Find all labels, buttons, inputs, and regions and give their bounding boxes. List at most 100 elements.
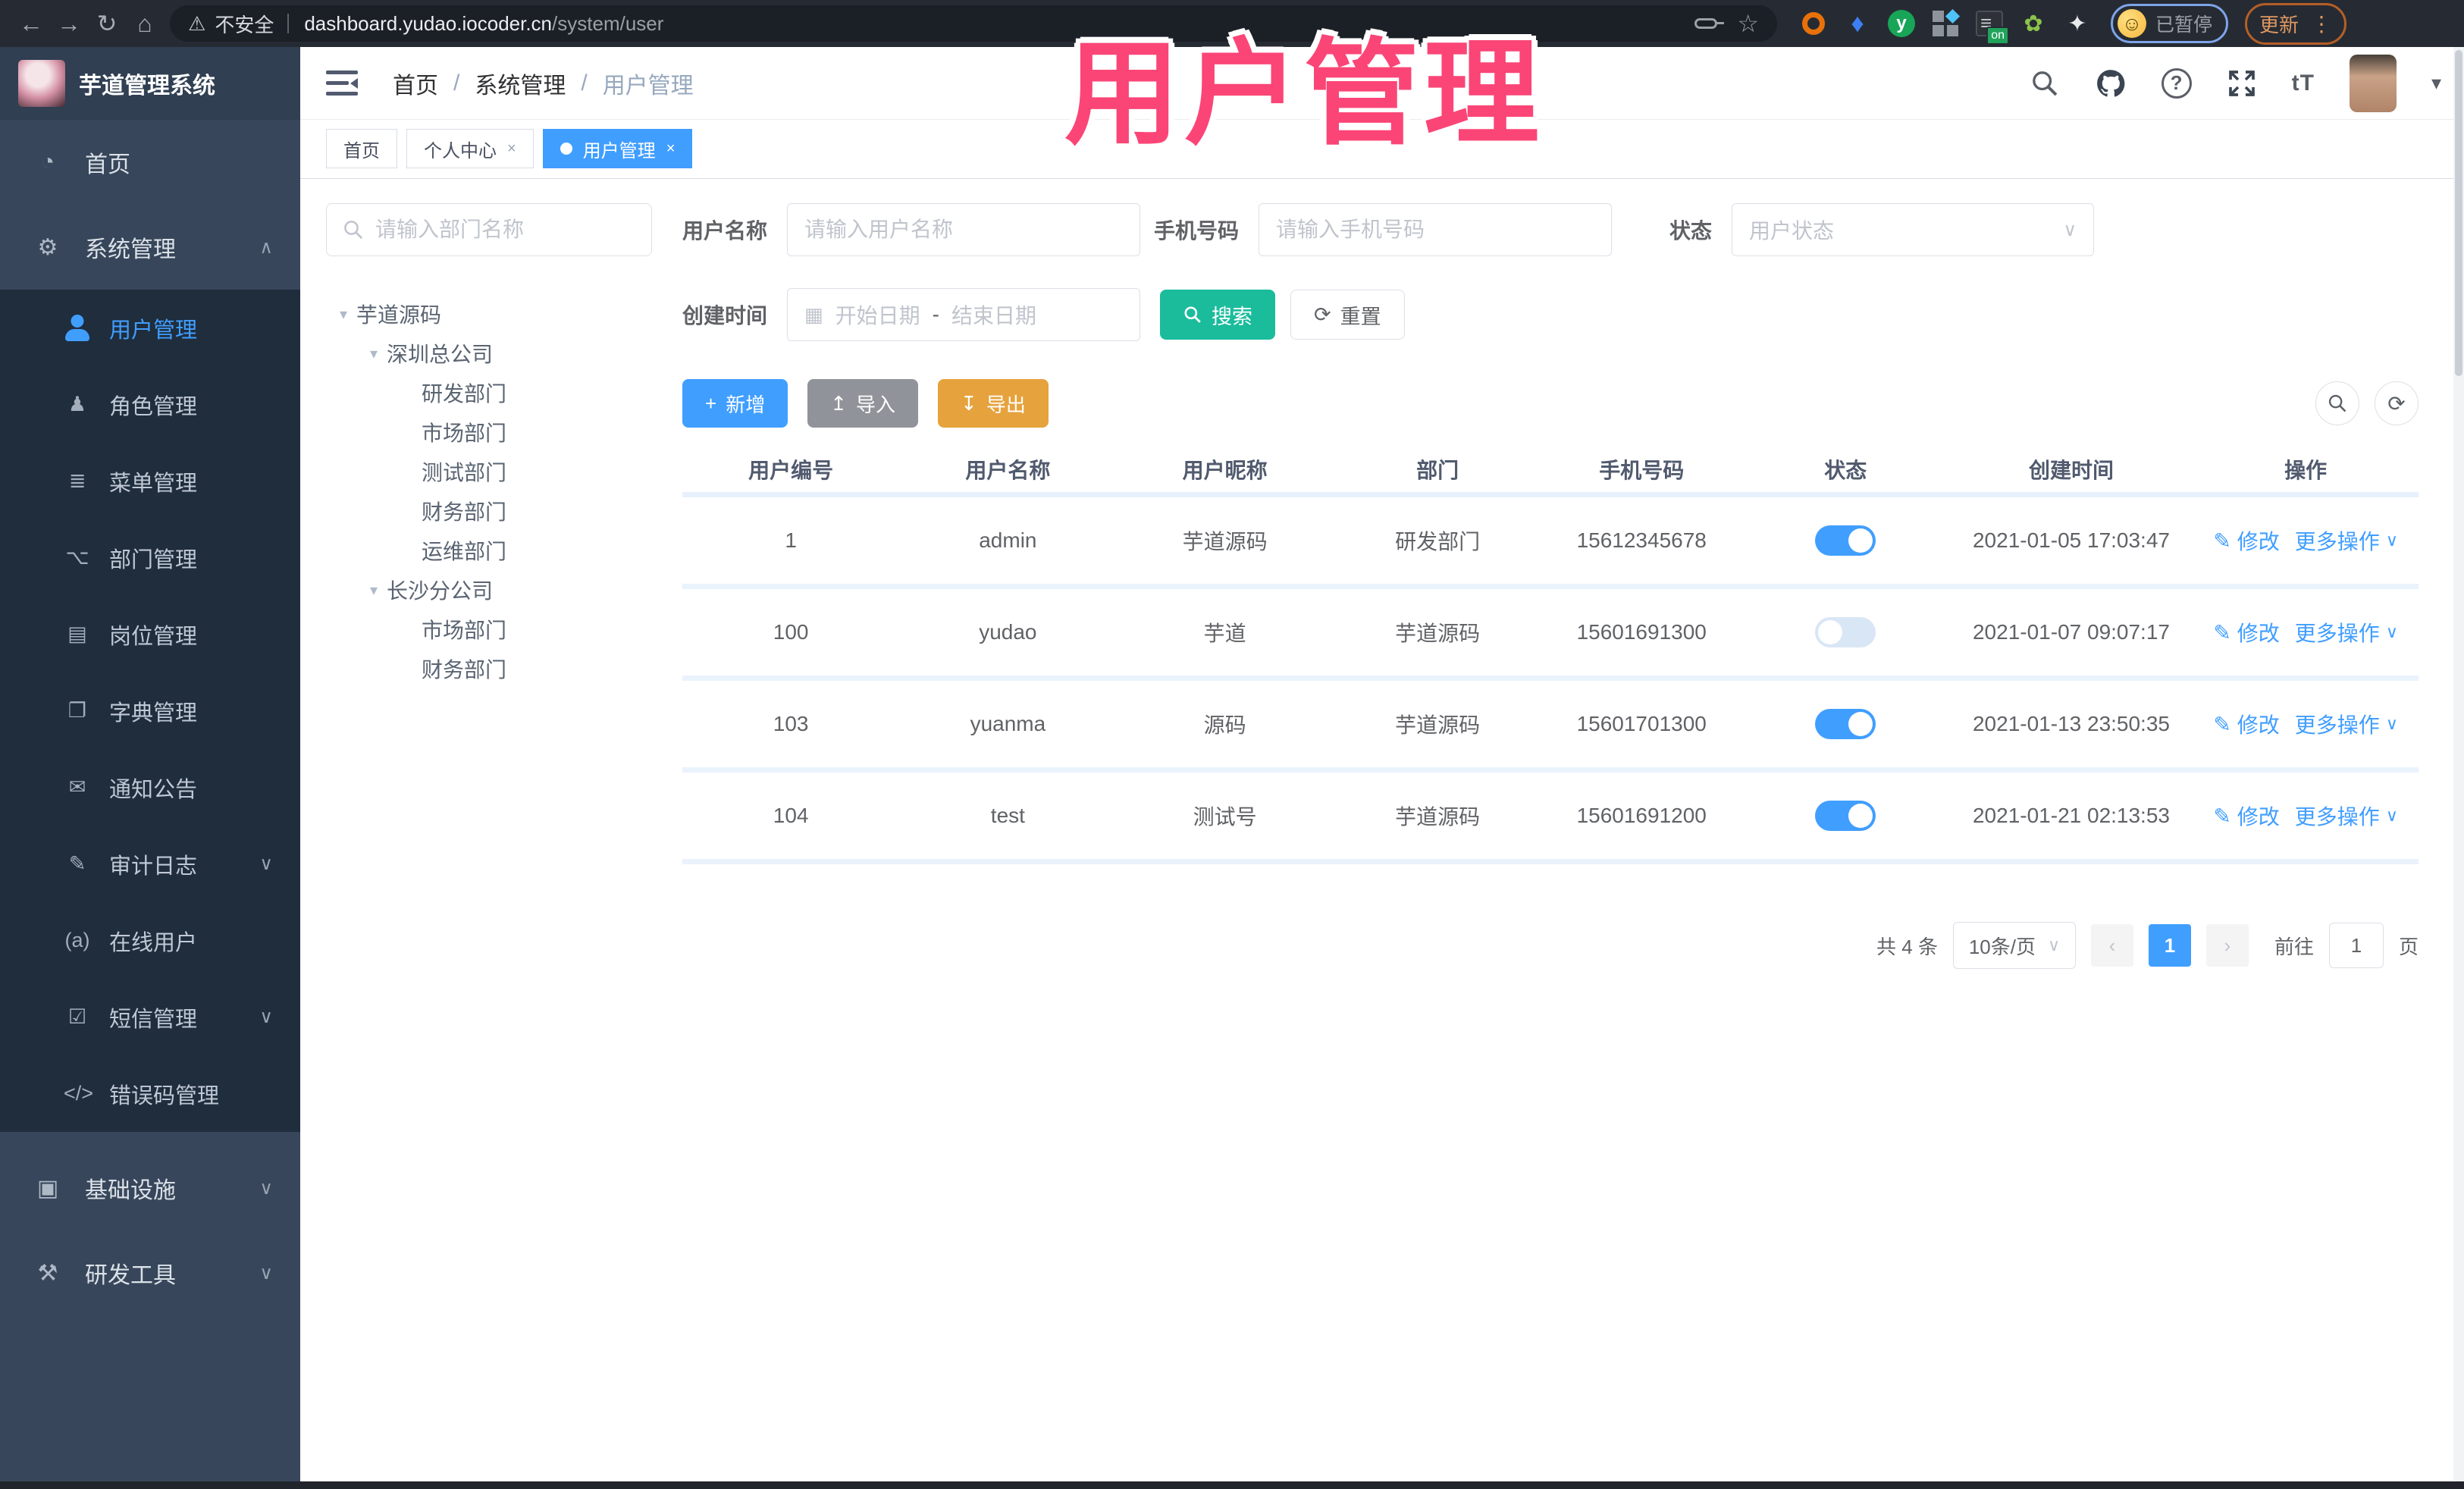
extension-leaf-icon[interactable]: ✿ <box>2020 10 2047 37</box>
next-page-button[interactable]: › <box>2205 924 2249 967</box>
page-size-select[interactable]: 10条/页 ∨ <box>1952 922 2076 969</box>
mobile-input[interactable] <box>1276 218 1595 242</box>
sidebar-item-audit-log[interactable]: ✎ 审计日志 ∨ <box>0 826 300 902</box>
edit-link[interactable]: ✎ 修改 <box>2213 617 2279 647</box>
more-actions-link[interactable]: 更多操作 ∨ <box>2295 525 2398 556</box>
sidebar-item-label: 短信管理 <box>109 1007 198 1032</box>
close-icon[interactable]: × <box>666 140 676 158</box>
goto-page-input[interactable] <box>2328 923 2384 968</box>
tree-node[interactable]: 市场部门 <box>326 610 652 649</box>
scrollbar-thumb[interactable] <box>2455 50 2462 376</box>
bookmark-star-icon[interactable]: ☆ <box>1737 9 1759 38</box>
status-toggle[interactable] <box>1815 801 1876 831</box>
sidebar-item-infrastructure[interactable]: ▣ 基础设施 ∨ <box>0 1146 300 1230</box>
sidebar-item-error-codes[interactable]: </> 错误码管理 <box>0 1055 300 1132</box>
plus-icon: + <box>705 391 717 415</box>
edit-link[interactable]: ✎ 修改 <box>2213 801 2279 831</box>
more-actions-link[interactable]: 更多操作 ∨ <box>2295 801 2398 831</box>
font-size-icon[interactable]: tT <box>2292 71 2315 96</box>
sidebar-item-sms[interactable]: ☑ 短信管理 ∨ <box>0 979 300 1055</box>
sidebar-item-users[interactable]: 用户管理 <box>0 290 300 366</box>
sidebar-item-posts[interactable]: ▤ 岗位管理 <box>0 596 300 672</box>
tree-node[interactable]: ▾ 长沙分公司 <box>326 570 652 610</box>
back-icon[interactable]: ← <box>12 5 50 42</box>
tree-node-root[interactable]: ▾ 芋道源码 <box>326 294 652 334</box>
status-select[interactable]: 用户状态 ∨ <box>1732 203 2095 256</box>
github-icon[interactable] <box>2095 67 2127 99</box>
collapse-sidebar-icon[interactable] <box>326 70 358 96</box>
tree-node[interactable]: 财务部门 <box>326 491 652 531</box>
column-header: 操作 <box>2284 458 2328 482</box>
sidebar-item-dictionary[interactable]: ❐ 字典管理 <box>0 672 300 749</box>
sidebar-item-online-users[interactable]: (a) 在线用户 <box>0 902 300 979</box>
tab-user-management[interactable]: 用户管理 × <box>542 129 693 168</box>
extensions-puzzle-icon[interactable]: ✦ <box>2064 10 2091 37</box>
help-icon[interactable]: ? <box>2161 67 2192 99</box>
tree-node[interactable]: 市场部门 <box>326 412 652 452</box>
status-toggle[interactable] <box>1815 525 1876 556</box>
browser-profile-chip[interactable]: ☺ 已暂停 <box>2111 4 2229 43</box>
user-avatar[interactable] <box>2349 54 2397 112</box>
refresh-table-button[interactable]: ⟳ <box>2375 381 2419 425</box>
home-icon[interactable]: ⌂ <box>126 5 164 42</box>
fullscreen-icon[interactable] <box>2227 68 2257 99</box>
search-button[interactable]: 搜索 <box>1160 290 1276 340</box>
reset-button[interactable]: ⟳ 重置 <box>1290 290 1405 340</box>
current-page-button[interactable]: 1 <box>2148 924 2191 967</box>
caret-icon[interactable]: ▾ <box>370 581 378 600</box>
tree-node[interactable]: 运维部门 <box>326 531 652 570</box>
more-actions-link[interactable]: 更多操作 ∨ <box>2295 617 2398 647</box>
department-search-input[interactable] <box>375 218 636 242</box>
sidebar-item-notices[interactable]: ✉ 通知公告 <box>0 749 300 826</box>
tree-node[interactable]: 财务部门 <box>326 649 652 688</box>
dashboard-icon: ◔ <box>40 149 55 174</box>
edit-link[interactable]: ✎ 修改 <box>2213 525 2279 556</box>
extension-gem-icon[interactable]: ♦ <box>1844 9 1871 38</box>
add-button[interactable]: + 新增 <box>682 379 788 428</box>
caret-icon[interactable]: ▾ <box>370 344 378 363</box>
security-label[interactable]: 不安全 <box>215 10 274 38</box>
sidebar-item-menus[interactable]: ≣ 菜单管理 <box>0 443 300 519</box>
toggle-search-button[interactable] <box>2315 381 2359 425</box>
department-search[interactable] <box>326 203 652 256</box>
page-scrollbar[interactable] <box>2453 47 2464 1481</box>
status-toggle[interactable] <box>1815 617 1876 647</box>
close-icon[interactable]: × <box>507 140 516 158</box>
reload-icon[interactable]: ↻ <box>88 5 126 42</box>
avatar-caret-icon[interactable]: ▾ <box>2431 71 2441 95</box>
date-range-picker[interactable]: ▦ 开始日期 - 结束日期 <box>787 288 1141 341</box>
export-button[interactable]: ↧ 导出 <box>938 379 1049 428</box>
mobile-field[interactable] <box>1259 203 1613 256</box>
tab-profile[interactable]: 个人中心 × <box>406 129 534 168</box>
browser-update-button[interactable]: 更新 ⋮ <box>2245 2 2347 45</box>
username-input[interactable] <box>804 218 1124 242</box>
more-actions-link[interactable]: 更多操作 ∨ <box>2295 709 2398 739</box>
breadcrumb-home[interactable]: 首页 <box>393 67 438 100</box>
tab-home[interactable]: 首页 <box>326 129 397 168</box>
sidebar-item-system[interactable]: ⚙ 系统管理 ∧ <box>0 205 300 290</box>
tree-node[interactable]: 研发部门 <box>326 373 652 412</box>
browser-menu-icon[interactable]: ⋮ <box>2311 11 2332 36</box>
extension-ring-icon[interactable] <box>1800 10 1827 37</box>
caret-icon[interactable]: ▾ <box>340 305 347 324</box>
tree-node[interactable]: 测试部门 <box>326 452 652 491</box>
sidebar: 芋道管理系统 ◔ 首页 ⚙ 系统管理 ∧ 用户管理 ♟ 角色管理 ≣ 菜单管理 … <box>0 47 300 1481</box>
extension-green-icon[interactable]: y <box>1888 10 1915 37</box>
extension-switch-icon[interactable]: on <box>1976 10 2009 45</box>
sidebar-item-departments[interactable]: ⌥ 部门管理 <box>0 519 300 596</box>
import-button[interactable]: ↥ 导入 <box>807 379 919 428</box>
search-icon[interactable] <box>2030 68 2060 99</box>
breadcrumb-system[interactable]: 系统管理 <box>475 67 566 100</box>
extension-grid-icon[interactable] <box>1932 8 1961 37</box>
password-key-icon[interactable] <box>1694 18 1725 29</box>
prev-page-button[interactable]: ‹ <box>2090 924 2133 967</box>
username-field[interactable] <box>787 203 1141 256</box>
status-toggle[interactable] <box>1815 709 1876 739</box>
tree-node[interactable]: ▾ 深圳总公司 <box>326 334 652 373</box>
sidebar-item-roles[interactable]: ♟ 角色管理 <box>0 366 300 443</box>
sidebar-item-home[interactable]: ◔ 首页 <box>0 120 300 205</box>
edit-link[interactable]: ✎ 修改 <box>2213 709 2279 739</box>
forward-icon[interactable]: → <box>50 5 88 42</box>
sidebar-item-dev-tools[interactable]: ⚒ 研发工具 ∨ <box>0 1230 300 1315</box>
goto-unit: 页 <box>2398 935 2419 958</box>
